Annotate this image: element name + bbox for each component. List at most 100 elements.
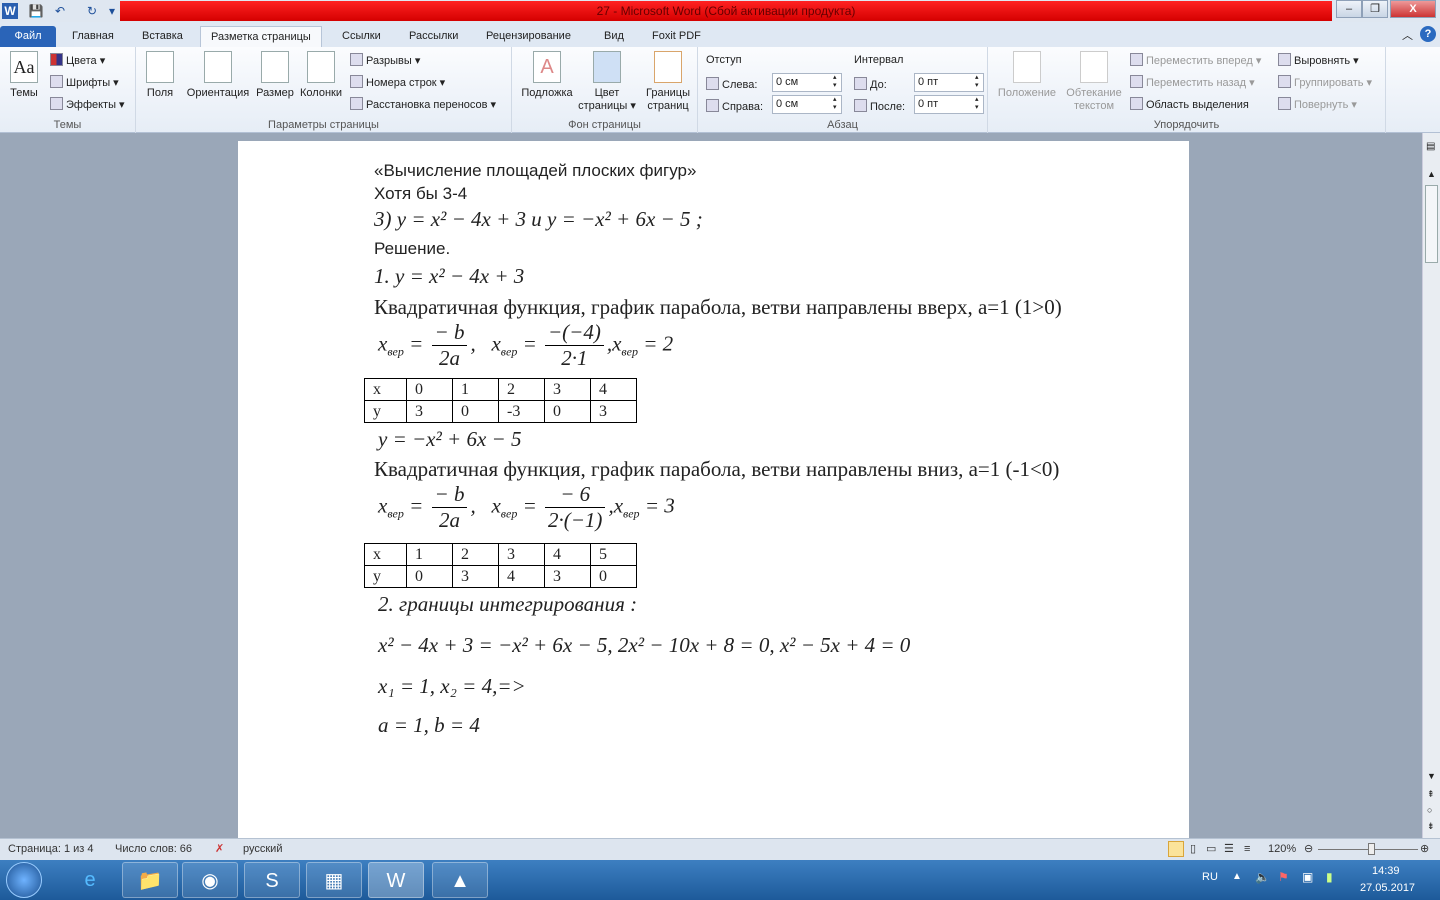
volume-icon[interactable]: 🔈: [1255, 870, 1270, 884]
group-themes: Aa Темы Цвета ▾ Шрифты ▾ Эффекты ▾ Темы: [0, 47, 136, 133]
size-icon: [261, 51, 289, 83]
chrome-icon[interactable]: ◉: [182, 862, 238, 898]
print-layout-icon[interactable]: [1168, 841, 1184, 857]
hyphenation-button[interactable]: Расстановка переносов ▾: [350, 97, 496, 111]
customize-toolbar-icon[interactable]: ▾: [104, 3, 120, 19]
redo-icon[interactable]: ↻: [84, 3, 100, 19]
columns-button[interactable]: Колонки: [296, 51, 346, 100]
scroll-down-icon[interactable]: ▼: [1427, 771, 1436, 781]
restore-button[interactable]: ❐: [1362, 0, 1388, 18]
rotate-button[interactable]: Повернуть ▾: [1278, 97, 1357, 111]
next-page-icon[interactable]: ⇟: [1427, 821, 1435, 832]
tab-insert[interactable]: Вставка: [132, 26, 193, 47]
web-layout-icon[interactable]: ▭: [1206, 839, 1216, 860]
status-bar: Страница: 1 из 4 Число слов: 66 ✗ русски…: [0, 838, 1440, 860]
network-icon[interactable]: ▣: [1302, 870, 1313, 884]
margins-button[interactable]: Поля: [142, 51, 178, 100]
action-center-icon[interactable]: ⚑: [1278, 870, 1289, 884]
fonts-button[interactable]: Шрифты ▾: [50, 75, 119, 89]
draft-icon[interactable]: ≡: [1244, 839, 1250, 860]
function-2-description: Квадратичная функция, график парабола, в…: [374, 457, 1060, 481]
doc-subtitle: Хотя бы 3-4: [374, 184, 468, 203]
group-label: Параметры страницы: [268, 119, 379, 131]
file-explorer-icon[interactable]: 📁: [122, 862, 178, 898]
internet-explorer-icon[interactable]: e: [62, 862, 118, 898]
spacing-before-input[interactable]: 0 пт: [914, 73, 984, 92]
outline-icon[interactable]: ☰: [1224, 839, 1234, 860]
zoom-in-icon[interactable]: ⊕: [1420, 839, 1429, 860]
tray-app-icon[interactable]: ▮: [1326, 870, 1333, 884]
full-screen-reading-icon[interactable]: ▯: [1190, 839, 1196, 860]
tab-home[interactable]: Главная: [62, 26, 124, 47]
skype-icon[interactable]: S: [244, 862, 300, 898]
language[interactable]: русский: [243, 839, 282, 860]
proofing-icon[interactable]: ✗: [215, 839, 224, 860]
browse-object-icon[interactable]: ○: [1427, 805, 1432, 815]
page-count[interactable]: Страница: 1 из 4: [8, 839, 94, 860]
page-color-button[interactable]: Цвет страницы ▾: [576, 51, 638, 113]
effects-button[interactable]: Эффекты ▾: [50, 97, 125, 111]
watermark-icon: A: [533, 51, 561, 83]
function-1: 1. y = x² − 4x + 3: [374, 264, 525, 288]
close-button[interactable]: X: [1390, 0, 1436, 18]
page-borders-icon: [654, 51, 682, 83]
themes-button[interactable]: Aa Темы: [6, 51, 42, 100]
undo-icon[interactable]: ↶: [52, 3, 68, 19]
group-objects-button[interactable]: Группировать ▾: [1278, 75, 1372, 89]
tab-foxit-pdf[interactable]: Foxit PDF: [642, 26, 711, 47]
collapse-ribbon-icon[interactable]: ︿: [1402, 27, 1413, 43]
indent-left-input[interactable]: 0 см: [772, 73, 842, 92]
bring-forward-button[interactable]: Переместить вперед ▾: [1130, 53, 1261, 67]
size-button[interactable]: Размер: [254, 51, 296, 100]
tab-file[interactable]: Файл: [0, 26, 56, 47]
send-backward-icon: [1130, 75, 1143, 88]
zoom-level[interactable]: 120%: [1268, 839, 1296, 860]
watermark-button[interactable]: A Подложка: [518, 51, 576, 100]
ribbon-tabs: Файл Главная Вставка Разметка страницы С…: [0, 22, 1440, 47]
breaks-button[interactable]: Разрывы ▾: [350, 53, 420, 67]
line-numbers-button[interactable]: Номера строк ▾: [350, 75, 445, 89]
send-backward-button[interactable]: Переместить назад ▾: [1130, 75, 1255, 89]
vertex-formula-2: xвер = − b 2a, xвер = − 6 2·(−1) ,xвер = 3: [378, 482, 675, 532]
tab-references[interactable]: Ссылки: [332, 26, 391, 47]
spacing-after-input[interactable]: 0 пт: [914, 95, 984, 114]
align-button[interactable]: Выровнять ▾: [1278, 53, 1359, 67]
tab-mailings[interactable]: Рассылки: [399, 26, 468, 47]
minimize-button[interactable]: –: [1336, 0, 1362, 18]
zoom-out-icon[interactable]: ⊖: [1304, 839, 1313, 860]
clock-date[interactable]: 27.05.2017: [1360, 882, 1415, 894]
selection-pane-button[interactable]: Область выделения: [1130, 97, 1249, 111]
spacing-after-icon: [854, 99, 867, 112]
app-taskbar-icon[interactable]: ▲: [432, 862, 488, 898]
tab-review[interactable]: Рецензирование: [476, 26, 581, 47]
line-numbers-icon: [350, 75, 363, 88]
taskbar: e 📁 ◉ S ▦ W ▲ RU ▲ 🔈 ⚑ ▣ ▮ 14:39 27.05.2…: [0, 860, 1440, 900]
word-taskbar-icon[interactable]: W: [368, 862, 424, 898]
spacing-before-label: До:: [854, 77, 887, 91]
indent-label: Отступ: [706, 54, 742, 66]
zoom-slider-thumb[interactable]: [1368, 843, 1375, 855]
orientation-button[interactable]: Ориентация: [182, 51, 254, 100]
tab-page-layout[interactable]: Разметка страницы: [200, 26, 322, 47]
colors-button[interactable]: Цвета ▾: [50, 53, 105, 67]
save-icon[interactable]: 💾: [28, 3, 44, 19]
clock-time[interactable]: 14:39: [1372, 865, 1400, 877]
indent-right-input[interactable]: 0 см: [772, 95, 842, 114]
position-button[interactable]: Положение: [994, 51, 1060, 100]
help-icon[interactable]: ?: [1420, 26, 1436, 42]
ruler-toggle-icon[interactable]: ▤: [1426, 141, 1435, 152]
vertical-scrollbar[interactable]: ▤ ▲ ▼ ⇞ ○ ⇟: [1422, 133, 1440, 838]
show-hidden-icons[interactable]: ▲: [1232, 871, 1242, 882]
start-button[interactable]: [6, 862, 42, 898]
previous-page-icon[interactable]: ⇞: [1427, 789, 1435, 800]
calculator-icon[interactable]: ▦: [306, 862, 362, 898]
wrap-text-button[interactable]: Обтекание текстом: [1062, 51, 1126, 113]
word-app-icon[interactable]: W: [2, 3, 18, 19]
page-borders-button[interactable]: Границы страниц: [640, 51, 696, 113]
tab-view[interactable]: Вид: [594, 26, 634, 47]
scrollbar-thumb[interactable]: [1425, 185, 1438, 263]
orientation-icon: [204, 51, 232, 83]
word-count[interactable]: Число слов: 66: [115, 839, 192, 860]
scroll-up-icon[interactable]: ▲: [1427, 169, 1436, 179]
input-language[interactable]: RU: [1202, 871, 1218, 883]
